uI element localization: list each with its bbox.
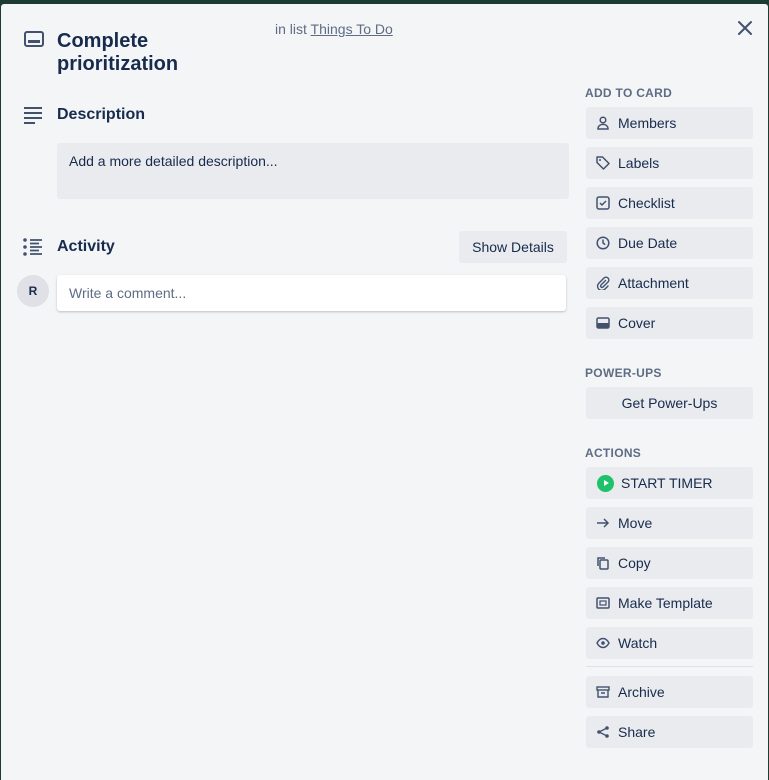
- person-icon: [597, 116, 609, 130]
- eye-icon: [596, 637, 610, 649]
- show-details-button[interactable]: Show Details: [459, 231, 567, 263]
- start-timer-label: START TIMER: [621, 475, 713, 491]
- move-label: Move: [618, 515, 653, 531]
- card-icon: [24, 31, 44, 47]
- get-power-ups-button[interactable]: Get Power-Ups: [586, 387, 753, 419]
- members-button[interactable]: Members: [586, 107, 753, 139]
- checklist-label: Checklist: [618, 195, 675, 211]
- copy-icon: [597, 557, 609, 570]
- close-icon[interactable]: [736, 19, 754, 37]
- copy-label: Copy: [618, 555, 651, 571]
- attachment-label: Attachment: [618, 275, 689, 291]
- comment-input[interactable]: Write a comment...: [57, 275, 566, 311]
- due-date-label: Due Date: [618, 235, 678, 251]
- card-title-line1: Complete: [57, 30, 149, 52]
- labels-label: Labels: [618, 155, 660, 171]
- activity-icon: [23, 238, 42, 256]
- description-heading: Description: [57, 106, 146, 123]
- due-date-button[interactable]: Due Date: [586, 227, 753, 259]
- labels-button[interactable]: Labels: [586, 147, 753, 179]
- description-icon: [24, 107, 42, 124]
- share-button[interactable]: Share: [586, 716, 753, 748]
- watch-button[interactable]: Watch: [586, 627, 753, 659]
- template-icon: [596, 597, 610, 609]
- actions-heading: ACTIONS: [585, 446, 642, 460]
- avatar[interactable]: R: [17, 275, 49, 307]
- add-to-card-heading: ADD TO CARD: [585, 86, 673, 100]
- cover-button[interactable]: Cover: [586, 307, 753, 339]
- share-icon: [597, 726, 609, 738]
- make-template-button[interactable]: Make Template: [586, 587, 753, 619]
- attachment-button[interactable]: Attachment: [586, 267, 753, 299]
- card-title-line2: prioritization: [57, 53, 179, 75]
- cover-label: Cover: [618, 315, 656, 331]
- in-list-prefix: in list: [275, 21, 307, 37]
- copy-button[interactable]: Copy: [586, 547, 753, 579]
- card-detail-modal: Complete prioritization in list Things T…: [1, 4, 768, 780]
- clock-icon: [596, 236, 610, 250]
- power-ups-heading: POWER-UPS: [585, 366, 662, 380]
- start-timer-button[interactable]: START TIMER: [586, 467, 753, 499]
- in-list-text: in list Things To Do: [275, 21, 393, 37]
- tag-icon: [596, 156, 610, 170]
- members-label: Members: [618, 115, 677, 131]
- activity-heading: Activity: [57, 238, 115, 255]
- archive-icon: [596, 686, 610, 698]
- card-title[interactable]: Complete prioritization: [57, 30, 178, 76]
- play-icon: [597, 474, 614, 492]
- archive-button[interactable]: Archive: [586, 676, 753, 708]
- list-name-link[interactable]: Things To Do: [311, 21, 393, 37]
- checkbox-icon: [596, 196, 610, 210]
- share-label: Share: [618, 724, 656, 740]
- cover-icon: [596, 317, 610, 329]
- watch-label: Watch: [618, 635, 658, 651]
- make-template-label: Make Template: [618, 595, 713, 611]
- actions-divider: [586, 666, 753, 667]
- archive-label: Archive: [618, 684, 665, 700]
- description-input[interactable]: Add a more detailed description...: [57, 143, 569, 199]
- arrow-right-icon: [597, 518, 610, 528]
- checklist-button[interactable]: Checklist: [586, 187, 753, 219]
- paperclip-icon: [596, 276, 610, 290]
- move-button[interactable]: Move: [586, 507, 753, 539]
